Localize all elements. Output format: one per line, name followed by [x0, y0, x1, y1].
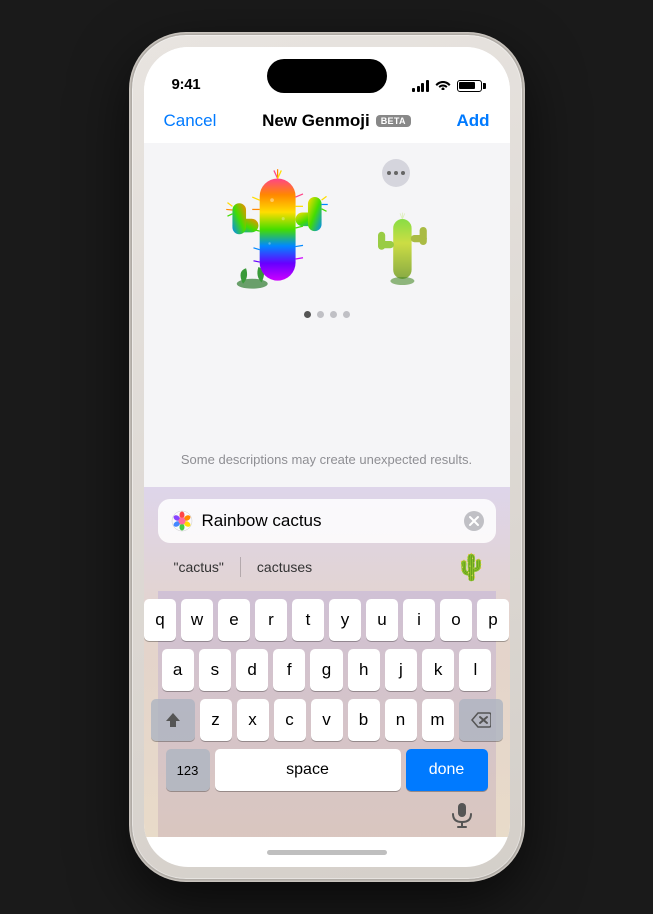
key-f[interactable]: f — [273, 649, 305, 691]
description-text: Some descriptions may create unexpected … — [151, 444, 502, 475]
key-z[interactable]: z — [200, 699, 232, 741]
page-dot-3[interactable] — [330, 311, 337, 318]
genmoji-icon — [170, 509, 194, 533]
autocomplete-item-1[interactable]: "cactus" — [158, 551, 240, 583]
microphone-button[interactable] — [448, 801, 476, 829]
key-x[interactable]: x — [237, 699, 269, 741]
key-e[interactable]: e — [218, 599, 250, 641]
battery-icon — [457, 80, 482, 92]
key-q[interactable]: q — [144, 599, 176, 641]
key-o[interactable]: o — [440, 599, 472, 641]
delete-icon — [471, 712, 491, 728]
emoji-grid — [144, 153, 510, 303]
microphone-icon — [451, 802, 473, 828]
status-time: 9:41 — [172, 76, 201, 93]
cactus-main-emoji[interactable] — [212, 163, 342, 293]
more-dots-icon — [387, 171, 405, 175]
key-a[interactable]: a — [162, 649, 194, 691]
key-t[interactable]: t — [292, 599, 324, 641]
page-title: New Genmoji — [262, 111, 370, 131]
key-b[interactable]: b — [348, 699, 380, 741]
key-v[interactable]: v — [311, 699, 343, 741]
status-bar: 9:41 — [144, 47, 510, 101]
keyboard-bottom-row: 123 space done — [162, 749, 492, 797]
page-dot-2[interactable] — [317, 311, 324, 318]
key-u[interactable]: u — [366, 599, 398, 641]
shift-icon — [164, 711, 182, 729]
bottom-sheet: Rainbow cactus "cactus" cactuses 🌵 — [144, 487, 510, 837]
autocomplete-item-2[interactable]: cactuses — [241, 551, 328, 583]
nav-title: New Genmoji BETA — [262, 111, 411, 131]
cancel-button[interactable]: Cancel — [164, 111, 217, 131]
search-input[interactable]: Rainbow cactus — [202, 511, 456, 531]
keyboard-row-1: q w e r t y u i o p — [162, 599, 492, 641]
key-j[interactable]: j — [385, 649, 417, 691]
key-c[interactable]: c — [274, 699, 306, 741]
shift-button[interactable] — [151, 699, 195, 741]
key-i[interactable]: i — [403, 599, 435, 641]
key-l[interactable]: l — [459, 649, 491, 691]
autocomplete-emoji[interactable]: 🌵 — [455, 552, 495, 583]
key-w[interactable]: w — [181, 599, 213, 641]
key-y[interactable]: y — [329, 599, 361, 641]
add-button[interactable]: Add — [456, 111, 489, 131]
clear-icon — [468, 515, 480, 527]
cactus-small-emoji[interactable] — [362, 203, 442, 283]
beta-badge: BETA — [376, 115, 411, 127]
delete-button[interactable] — [459, 699, 503, 741]
home-bar — [267, 850, 387, 855]
keyboard: q w e r t y u i o p a s — [158, 591, 496, 837]
phone-frame: 9:41 — [132, 35, 522, 879]
space-button[interactable]: space — [215, 749, 401, 791]
emoji-preview-area: Some descriptions may create unexpected … — [144, 143, 510, 487]
key-g[interactable]: g — [310, 649, 342, 691]
numbers-button[interactable]: 123 — [166, 749, 210, 791]
keyboard-row-2: a s d f g h j k l — [162, 649, 492, 691]
title-wrap: New Genmoji BETA — [262, 111, 411, 131]
key-m[interactable]: m — [422, 699, 454, 741]
page-dot-1[interactable] — [304, 311, 311, 318]
wifi-icon — [435, 78, 451, 93]
keyboard-row-3: z x c v b n m — [162, 699, 492, 741]
signal-icon — [412, 80, 429, 92]
status-icons — [412, 78, 482, 93]
key-h[interactable]: h — [348, 649, 380, 691]
content-area: Cancel New Genmoji BETA Add — [144, 101, 510, 867]
key-n[interactable]: n — [385, 699, 417, 741]
key-s[interactable]: s — [199, 649, 231, 691]
key-k[interactable]: k — [422, 649, 454, 691]
phone-screen: 9:41 — [144, 47, 510, 867]
nav-header: Cancel New Genmoji BETA Add — [144, 101, 510, 143]
search-input-wrap[interactable]: Rainbow cactus — [158, 499, 496, 543]
more-button[interactable] — [382, 159, 410, 187]
key-p[interactable]: p — [477, 599, 509, 641]
autocomplete-bar: "cactus" cactuses 🌵 — [158, 551, 496, 591]
key-d[interactable]: d — [236, 649, 268, 691]
home-indicator — [144, 837, 510, 867]
key-r[interactable]: r — [255, 599, 287, 641]
page-dot-4[interactable] — [343, 311, 350, 318]
dynamic-island — [267, 59, 387, 93]
done-button[interactable]: done — [406, 749, 488, 791]
clear-button[interactable] — [464, 511, 484, 531]
page-indicator — [304, 311, 350, 318]
